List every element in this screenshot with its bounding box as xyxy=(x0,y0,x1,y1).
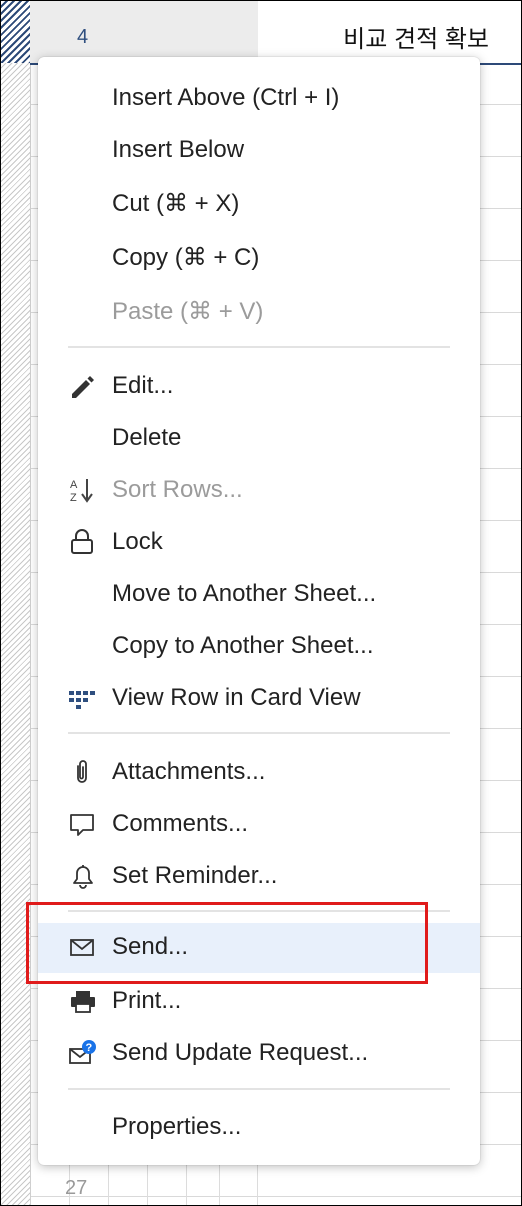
menu-comments[interactable]: Comments... xyxy=(38,800,480,848)
menu-item-label: Copy to Another Sheet... xyxy=(112,632,374,659)
menu-item-label: View Row in Card View xyxy=(112,684,361,711)
menu-cut[interactable]: Cut (⌘ + X) xyxy=(38,179,480,227)
menu-move-to-sheet[interactable]: Move to Another Sheet... xyxy=(38,570,480,618)
svg-text:A: A xyxy=(70,479,78,491)
spreadsheet-frame: 4 비교 견적 확보 27 Insert Above (Ctrl + I) In… xyxy=(0,0,522,1206)
printer-icon xyxy=(68,987,98,1015)
menu-attachments[interactable]: Attachments... xyxy=(38,748,480,796)
lock-icon xyxy=(68,528,98,556)
menu-item-label: Insert Above (Ctrl + I) xyxy=(112,84,340,111)
svg-text:?: ? xyxy=(86,1042,93,1054)
paperclip-icon xyxy=(68,758,98,786)
menu-item-label: Cut (⌘ + X) xyxy=(112,190,240,217)
menu-insert-below[interactable]: Insert Below xyxy=(38,126,480,174)
menu-item-label: Set Reminder... xyxy=(112,862,278,889)
menu-divider xyxy=(68,732,450,734)
menu-copy-to-sheet[interactable]: Copy to Another Sheet... xyxy=(38,622,480,670)
update-request-envelope-icon: ? xyxy=(68,1039,98,1067)
row-context-menu: Insert Above (Ctrl + I) Insert Below Cut… xyxy=(38,57,480,1165)
menu-item-label: Comments... xyxy=(112,810,249,837)
menu-print[interactable]: Print... xyxy=(38,977,480,1025)
menu-item-label: Attachments... xyxy=(112,758,266,785)
menu-item-label: Paste (⌘ + V) xyxy=(112,298,264,325)
row-number-cell xyxy=(30,1,258,63)
row-selector-column[interactable] xyxy=(1,1,30,1205)
menu-sort-rows: A Z Sort Rows... xyxy=(38,466,480,514)
menu-lock[interactable]: Lock xyxy=(38,518,480,566)
menu-divider xyxy=(68,346,450,348)
menu-item-label: Delete xyxy=(112,424,182,451)
menu-item-label: Print... xyxy=(112,987,182,1014)
menu-item-label: Send Update Request... xyxy=(112,1039,369,1066)
menu-item-label: Move to Another Sheet... xyxy=(112,580,377,607)
task-name-cell[interactable]: 비교 견적 확보 xyxy=(343,19,489,54)
sheet-row-4[interactable]: 4 비교 견적 확보 xyxy=(30,1,521,65)
comment-icon xyxy=(68,810,98,838)
annotation-highlight-box xyxy=(26,902,428,984)
menu-set-reminder[interactable]: Set Reminder... xyxy=(38,852,480,900)
menu-properties[interactable]: Properties... xyxy=(38,1103,480,1151)
menu-edit[interactable]: Edit... xyxy=(38,362,480,410)
menu-item-label: Edit... xyxy=(112,372,174,399)
menu-divider xyxy=(68,1088,450,1090)
menu-item-label: Lock xyxy=(112,528,163,555)
selected-row-handle[interactable] xyxy=(1,1,30,63)
menu-paste: Paste (⌘ + V) xyxy=(38,287,480,335)
card-view-icon xyxy=(68,684,98,712)
menu-send-update-request[interactable]: ? Send Update Request... xyxy=(38,1029,480,1077)
menu-item-label: Sort Rows... xyxy=(112,476,243,503)
menu-item-label: Properties... xyxy=(112,1113,242,1140)
svg-text:Z: Z xyxy=(70,492,77,504)
menu-copy[interactable]: Copy (⌘ + C) xyxy=(38,233,480,281)
row-number: 4 xyxy=(77,26,89,48)
pencil-icon xyxy=(68,372,98,400)
bell-icon xyxy=(68,862,98,890)
menu-card-view[interactable]: View Row in Card View xyxy=(38,674,480,722)
menu-insert-above[interactable]: Insert Above (Ctrl + I) xyxy=(38,74,480,122)
row-number-27: 27 xyxy=(65,1177,88,1199)
menu-delete[interactable]: Delete xyxy=(38,414,480,462)
menu-item-label: Insert Below xyxy=(112,136,245,163)
menu-item-label: Copy (⌘ + C) xyxy=(112,244,260,271)
sort-az-icon: A Z xyxy=(68,476,98,504)
